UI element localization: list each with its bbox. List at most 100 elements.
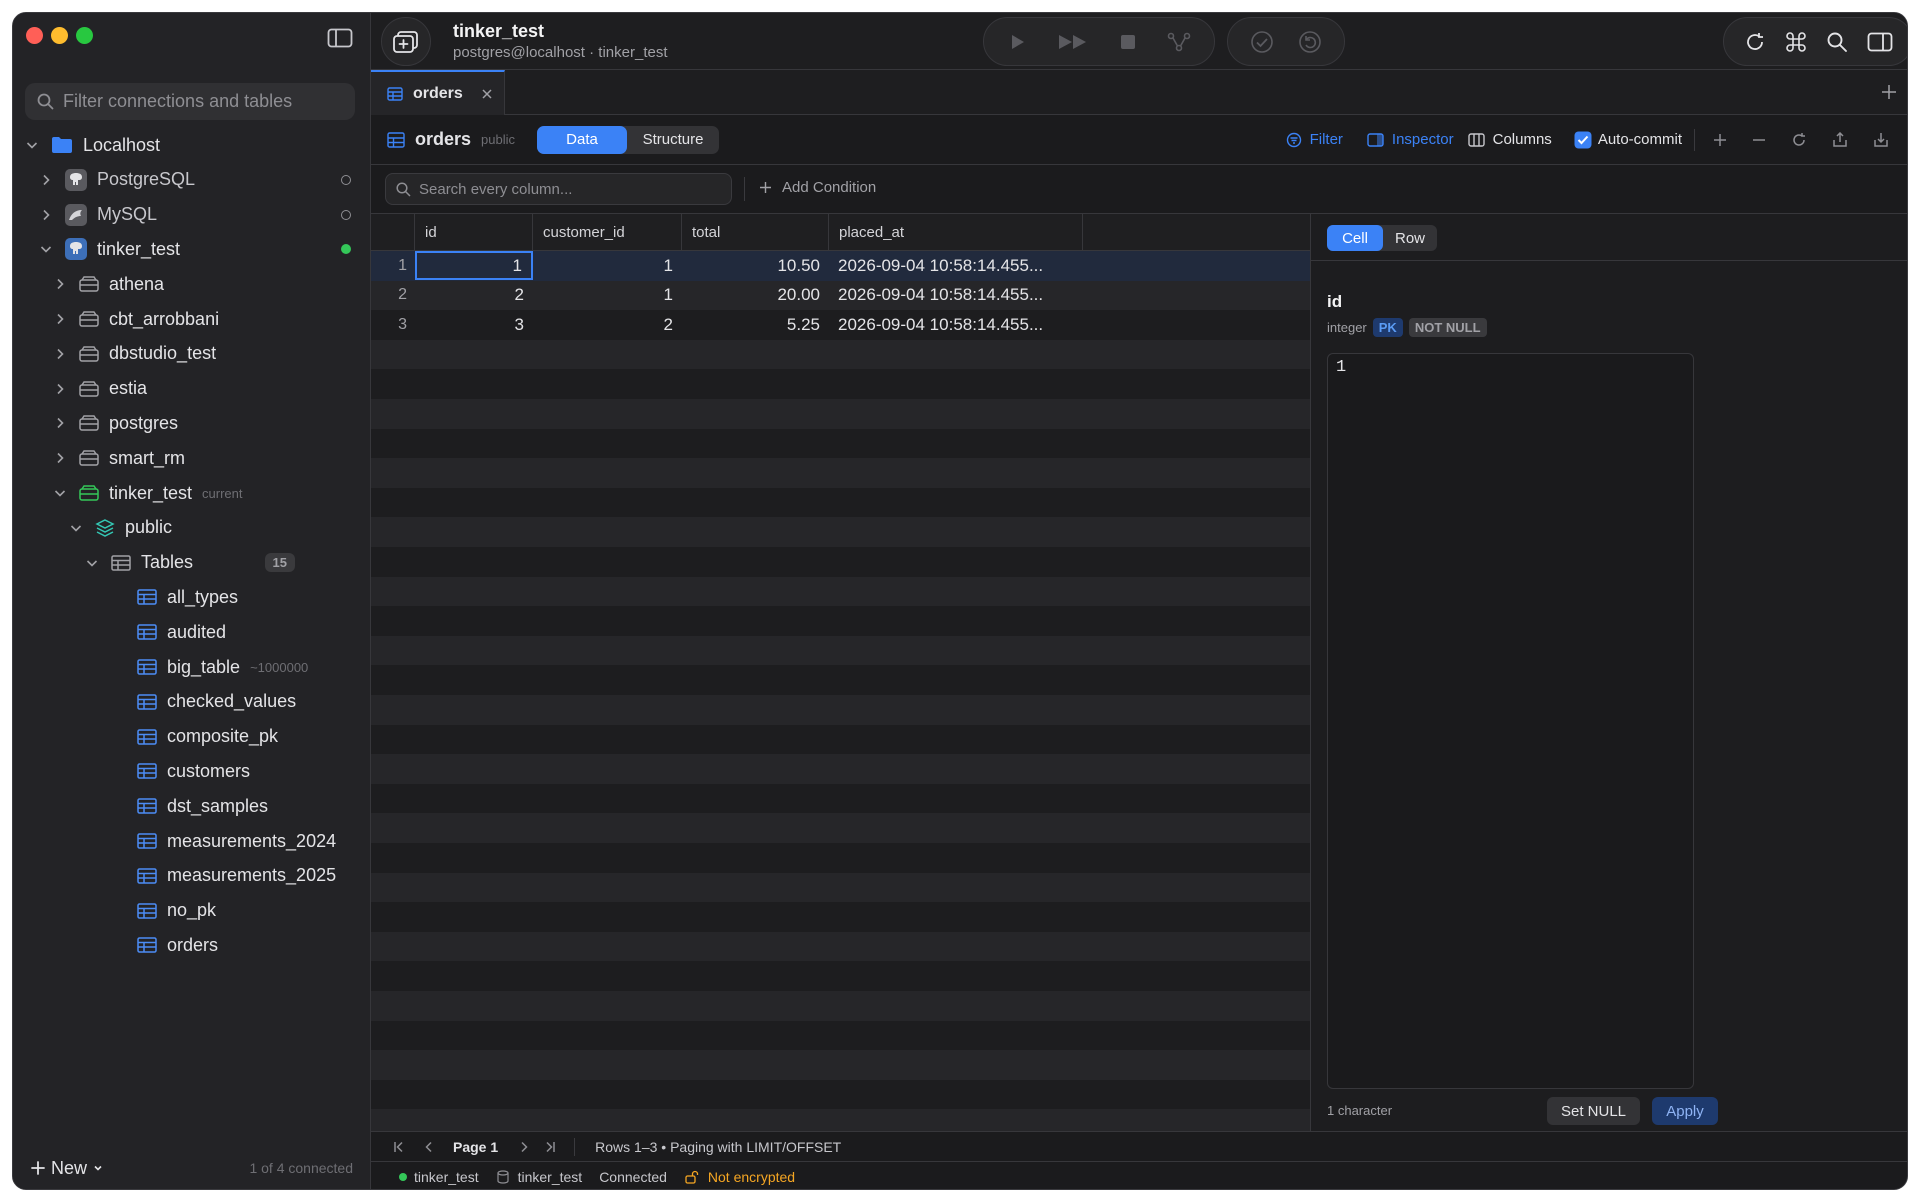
window-title: tinker_test	[453, 21, 545, 41]
cell-total[interactable]: 20.00	[682, 281, 829, 310]
tree-table-composite-pk-label: composite_pk	[167, 726, 279, 747]
chevron-down-icon[interactable]	[25, 138, 39, 152]
close-window-button[interactable]	[26, 27, 43, 44]
structure-view-button[interactable]: Structure	[627, 126, 719, 154]
folder-icon	[51, 136, 73, 154]
database-icon	[79, 276, 99, 292]
cell-customer-id[interactable]: 1	[533, 251, 682, 280]
cell-total[interactable]: 10.50	[682, 251, 829, 280]
cell-mode-button[interactable]: Cell	[1327, 225, 1383, 251]
sidebar-search-input[interactable]: Filter connections and tables	[25, 83, 355, 120]
table-icon	[137, 589, 157, 606]
data-view-button[interactable]: Data	[537, 125, 627, 154]
tree-table-orders[interactable]: orders	[13, 925, 371, 965]
toggle-sidebar-icon[interactable]	[327, 27, 353, 49]
cell-placed-at[interactable]: 2026-09-04 10:58:14.455...	[829, 310, 1083, 339]
add-condition-button[interactable]: Add Condition	[759, 179, 876, 196]
column-header-id[interactable]: id	[415, 214, 533, 251]
cell-id[interactable]: 1	[415, 251, 533, 280]
commit-icon[interactable]	[1250, 30, 1274, 54]
close-tab-icon[interactable]	[481, 88, 493, 100]
chevron-right-icon[interactable]	[53, 416, 67, 430]
char-count: 1 character	[1327, 1103, 1393, 1118]
filter-button[interactable]: Filter	[1286, 131, 1343, 148]
pk-badge: PK	[1372, 318, 1403, 337]
status-encryption: Not encrypted	[707, 1168, 796, 1185]
chevron-right-icon[interactable]	[39, 173, 53, 187]
tree-table-audited-label: audited	[167, 621, 227, 642]
export-icon[interactable]	[1832, 131, 1848, 148]
tree-database-postgres-label: postgres	[109, 412, 179, 433]
empty-row-stripe	[371, 369, 1310, 399]
cell-customer-id[interactable]: 1	[533, 281, 682, 310]
reload-icon[interactable]	[1791, 132, 1807, 148]
empty-row-stripe	[371, 606, 1310, 636]
cell-placed-at[interactable]: 2026-09-04 10:58:14.455...	[829, 281, 1083, 310]
cell-customer-id[interactable]: 2	[533, 310, 682, 339]
table-icon	[137, 868, 157, 884]
minimize-window-button[interactable]	[51, 27, 68, 44]
chevron-right-icon[interactable]	[53, 347, 67, 361]
run-all-icon[interactable]	[1057, 32, 1089, 52]
database-icon	[79, 485, 99, 501]
prev-page-icon[interactable]	[423, 1141, 435, 1153]
row-mode-button[interactable]: Row	[1383, 225, 1437, 251]
cell-value-editor[interactable]: 1	[1327, 353, 1694, 1089]
stop-icon[interactable]	[1119, 33, 1137, 51]
first-page-icon[interactable]	[393, 1141, 405, 1153]
row-number[interactable]: 2	[371, 281, 407, 310]
chevron-right-icon[interactable]	[53, 312, 67, 326]
apply-button[interactable]: Apply	[1652, 1097, 1718, 1125]
table-title: orders	[415, 129, 472, 149]
chevron-down-icon[interactable]	[53, 486, 67, 500]
refresh-icon[interactable]	[1744, 31, 1766, 53]
column-header-customer-id[interactable]: customer_id	[533, 214, 682, 251]
chevron-right-icon[interactable]	[53, 277, 67, 291]
chevron-down-icon[interactable]	[69, 521, 83, 535]
set-null-button[interactable]: Set NULL	[1547, 1097, 1640, 1125]
inspector-toggle-button[interactable]: Inspector	[1367, 131, 1454, 148]
explain-plan-icon[interactable]	[1167, 32, 1191, 52]
chevron-down-icon[interactable]	[85, 556, 99, 570]
columns-button[interactable]: Columns	[1467, 131, 1552, 148]
autocommit-toggle[interactable]: Auto-commit	[1574, 131, 1682, 149]
command-icon[interactable]	[1785, 31, 1807, 53]
run-icon[interactable]	[1007, 32, 1027, 52]
chevron-right-icon[interactable]	[39, 208, 53, 222]
table-row[interactable]: 3 3 2 5.25 2026-09-04 10:58:14.455...	[371, 310, 1310, 340]
empty-row-stripe	[371, 576, 1310, 607]
toggle-inspector-icon[interactable]	[1867, 32, 1893, 52]
zoom-window-button[interactable]	[76, 27, 93, 44]
column-header-total[interactable]: total	[682, 214, 829, 251]
empty-row-stripe	[371, 724, 1310, 755]
row-number[interactable]: 1	[371, 251, 407, 280]
table-row[interactable]: 1 1 1 10.50 2026-09-04 10:58:14.455...	[371, 251, 1310, 281]
chevron-down-icon[interactable]	[39, 242, 53, 256]
cell-placed-at[interactable]: 2026-09-04 10:58:14.455...	[829, 251, 1083, 280]
empty-row-stripe	[371, 517, 1310, 547]
column-header-placed-at[interactable]: placed_at	[829, 214, 1083, 251]
search-icon[interactable]	[1826, 31, 1848, 53]
add-row-icon[interactable]	[1713, 133, 1727, 147]
new-connection-button[interactable]: New	[31, 1158, 103, 1179]
add-tab-icon[interactable]	[1881, 84, 1897, 100]
checkbox-checked-icon	[1574, 131, 1592, 149]
table-row[interactable]: 2 2 1 20.00 2026-09-04 10:58:14.455...	[371, 280, 1310, 311]
chevron-right-icon[interactable]	[53, 382, 67, 396]
empty-row-stripe	[371, 783, 1310, 814]
delete-row-icon[interactable]	[1752, 133, 1766, 147]
rollback-icon[interactable]	[1298, 30, 1322, 54]
cell-id[interactable]: 3	[415, 310, 533, 339]
chevron-right-icon[interactable]	[53, 451, 67, 465]
column-search-input[interactable]: Search every column...	[385, 173, 732, 205]
cell-id[interactable]: 2	[415, 281, 533, 310]
next-page-icon[interactable]	[518, 1141, 530, 1153]
table-toolbar: orders public Data Structure Filter Insp…	[371, 115, 1907, 165]
cell-total[interactable]: 5.25	[682, 310, 829, 339]
row-number[interactable]: 3	[371, 310, 407, 339]
tab-orders[interactable]: orders	[371, 70, 505, 115]
last-page-icon[interactable]	[544, 1141, 556, 1153]
new-query-button[interactable]	[381, 17, 431, 66]
table-schema: public	[481, 132, 515, 147]
import-icon[interactable]	[1873, 132, 1889, 148]
